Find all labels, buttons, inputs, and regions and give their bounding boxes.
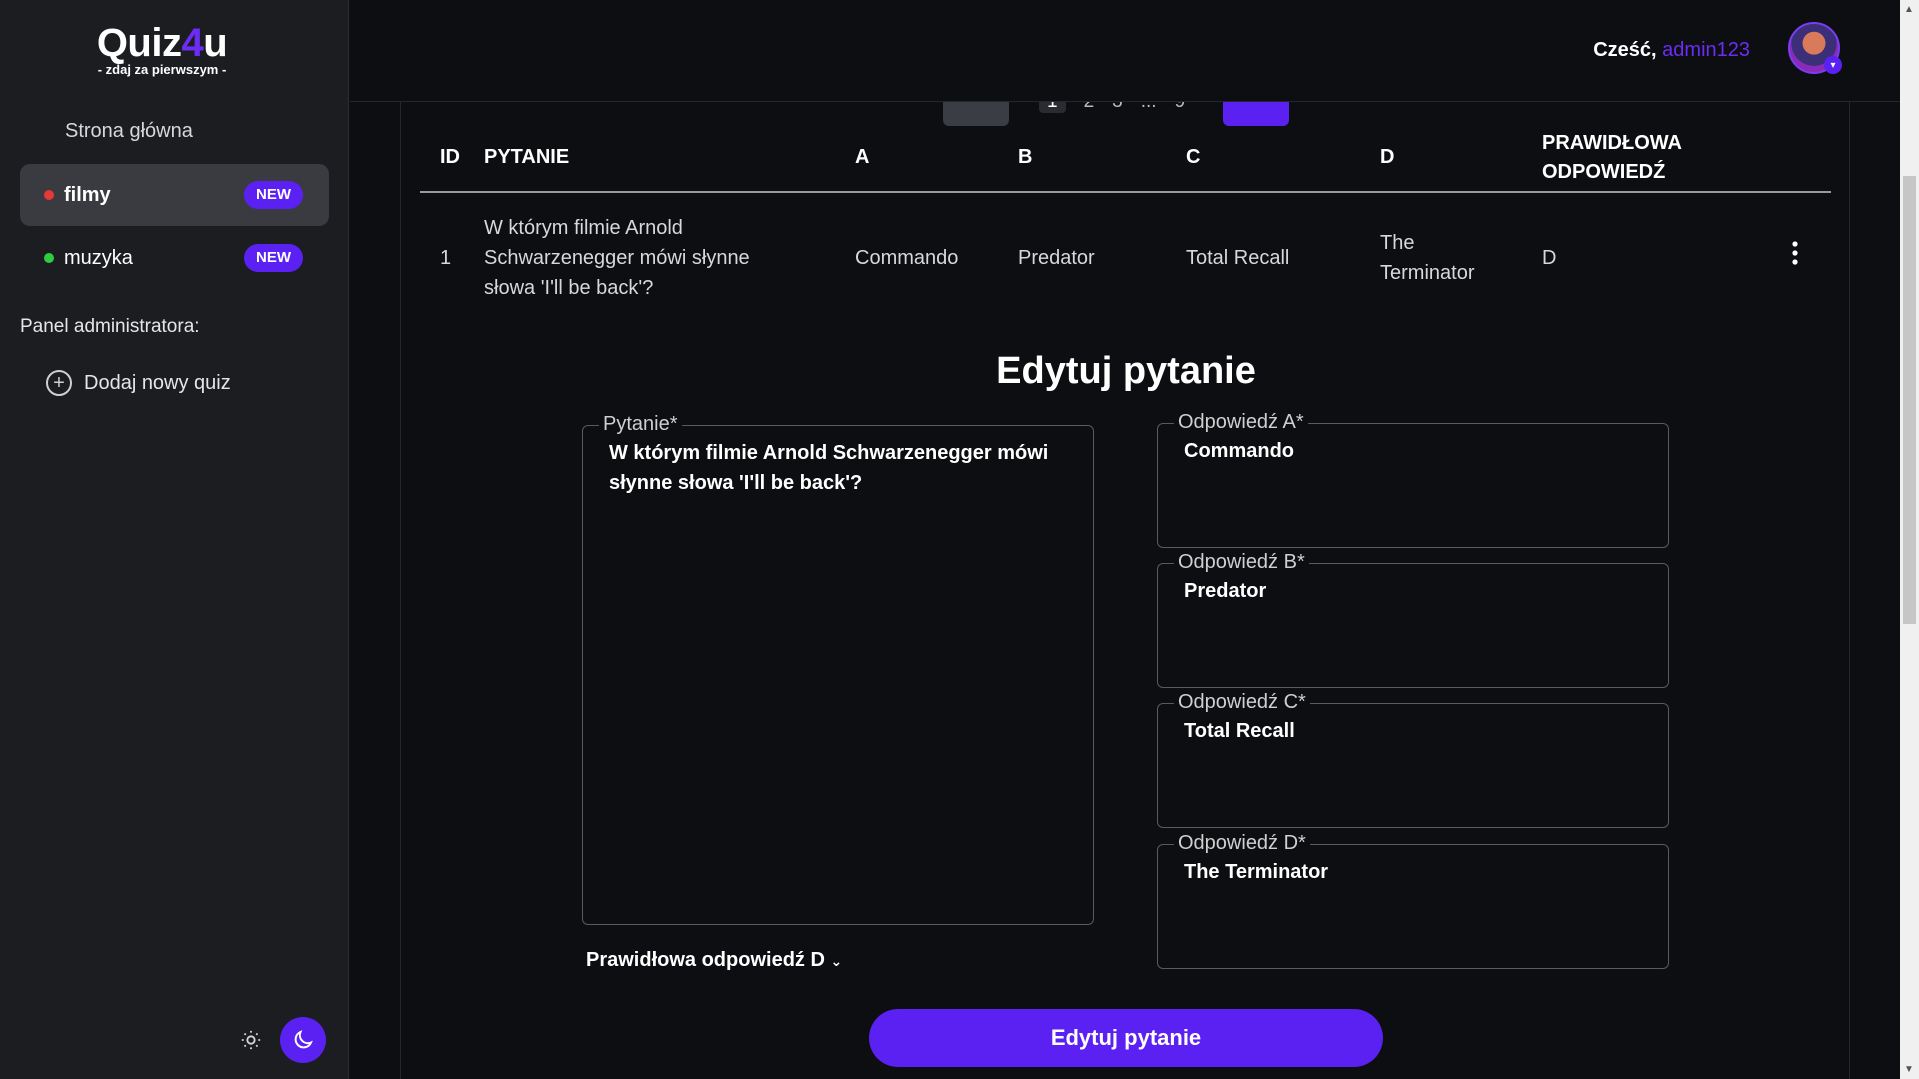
moon-icon <box>294 1030 313 1049</box>
cell-a: Commando <box>855 246 959 269</box>
row-menu-button[interactable] <box>1772 192 1831 322</box>
new-badge: NEW <box>244 181 303 209</box>
chevron-down-icon: ▾ <box>1824 56 1842 74</box>
sidebar-item-label: filmy <box>64 183 111 206</box>
sidebar-item-filmy[interactable]: filmy NEW <box>20 164 329 226</box>
answer-b-label: Odpowiedź B* <box>1174 551 1309 574</box>
status-dot-red <box>44 190 54 200</box>
add-circle-icon: + <box>46 370 72 396</box>
status-dot-green <box>44 253 54 263</box>
table-row: 1 W którym filmie Arnold Schwarzenegger … <box>420 192 1831 322</box>
cell-d: The Terminator <box>1380 231 1475 284</box>
logo[interactable]: Quiz4u - zdaj za pierwszym - <box>0 20 324 77</box>
sidebar-item-label: muzyka <box>64 246 133 269</box>
cell-id: 1 <box>440 246 452 269</box>
answer-a-value: Commando <box>1184 440 1294 462</box>
column-header-d: D <box>1380 128 1542 193</box>
main-content: 1 2 3 ... 9 ID PYTANIE A B C D PRAWIDŁOW… <box>400 78 1850 1079</box>
chevron-down-icon: ⌄ <box>830 953 843 969</box>
column-header-id: ID <box>420 128 484 193</box>
cell-c: Total Recall <box>1186 246 1290 269</box>
answer-c-value: Total Recall <box>1184 720 1295 742</box>
answer-c-label: Odpowiedź C* <box>1174 691 1310 714</box>
scrollbar-thumb[interactable] <box>1903 176 1916 624</box>
admin-panel-heading: Panel administratora: <box>20 316 200 337</box>
answer-b-field[interactable]: Odpowiedź B* Predator <box>1157 551 1669 688</box>
answer-d-field[interactable]: Odpowiedź D* The Terminator <box>1157 832 1669 969</box>
logo-text: Quiz4u <box>96 21 228 65</box>
answer-d-value: The Terminator <box>1184 861 1329 883</box>
theme-switcher <box>236 1017 326 1063</box>
new-badge: NEW <box>244 244 303 272</box>
add-quiz-link[interactable]: + Dodaj nowy quiz <box>46 370 231 396</box>
nav-home-link[interactable]: Strona główna <box>65 120 193 143</box>
table-header-row: ID PYTANIE A B C D PRAWIDŁOWA ODPOWIEDŹ <box>420 128 1831 193</box>
sidebar-item-muzyka[interactable]: muzyka NEW <box>20 227 329 289</box>
logo-tagline: - zdaj za pierwszym - <box>97 62 227 77</box>
questions-table: ID PYTANIE A B C D PRAWIDŁOWA ODPOWIEDŹ … <box>420 128 1831 322</box>
column-header-correct: PRAWIDŁOWA ODPOWIEDŹ <box>1542 128 1772 193</box>
column-header-b: B <box>1018 128 1186 193</box>
cell-correct: D <box>1542 246 1557 269</box>
username-link[interactable]: admin123 <box>1662 39 1750 61</box>
avatar[interactable]: ▾ <box>1788 22 1842 74</box>
answer-a-field[interactable]: Odpowiedź A* Commando <box>1157 411 1669 548</box>
column-header-question: PYTANIE <box>484 128 855 193</box>
correct-answer-value: Prawidłowa odpowiedź D <box>586 949 825 971</box>
answer-b-value: Predator <box>1184 580 1267 602</box>
add-quiz-label: Dodaj nowy quiz <box>84 371 231 394</box>
cell-b: Predator <box>1018 246 1095 269</box>
column-header-a: A <box>855 128 1018 193</box>
submit-edit-button[interactable]: Edytuj pytanie <box>869 1009 1383 1067</box>
kebab-menu-icon <box>1792 241 1798 265</box>
sun-icon[interactable] <box>236 1025 266 1055</box>
question-field-value: W którym filmie Arnold Schwarzenegger mó… <box>609 442 1049 494</box>
dark-mode-button[interactable] <box>280 1017 326 1063</box>
question-textarea[interactable]: Pytanie* W którym filmie Arnold Schwarze… <box>582 413 1094 925</box>
edit-form-title: Edytuj pytanie <box>996 350 1256 392</box>
column-header-c: C <box>1186 128 1380 193</box>
answer-d-label: Odpowiedź D* <box>1174 832 1310 855</box>
answer-c-field[interactable]: Odpowiedź C* Total Recall <box>1157 691 1669 828</box>
correct-answer-select[interactable]: Prawidłowa odpowiedź D ⌄ <box>586 949 842 972</box>
scroll-down-icon[interactable]: ▼ <box>1904 1064 1914 1075</box>
column-header-actions <box>1772 128 1831 193</box>
cell-question: W którym filmie Arnold Schwarzenegger mó… <box>484 216 750 299</box>
sidebar: Quiz4u - zdaj za pierwszym - Strona głów… <box>0 0 349 1079</box>
page-scrollbar[interactable]: ▲ ▼ <box>1900 0 1919 1079</box>
greeting: Cześć, admin123 <box>1593 39 1750 61</box>
scroll-up-icon[interactable]: ▲ <box>1904 4 1914 15</box>
answer-a-label: Odpowiedź A* <box>1174 411 1308 434</box>
top-header: Cześć, admin123 ▾ <box>350 0 1900 102</box>
question-field-label: Pytanie* <box>599 413 682 436</box>
